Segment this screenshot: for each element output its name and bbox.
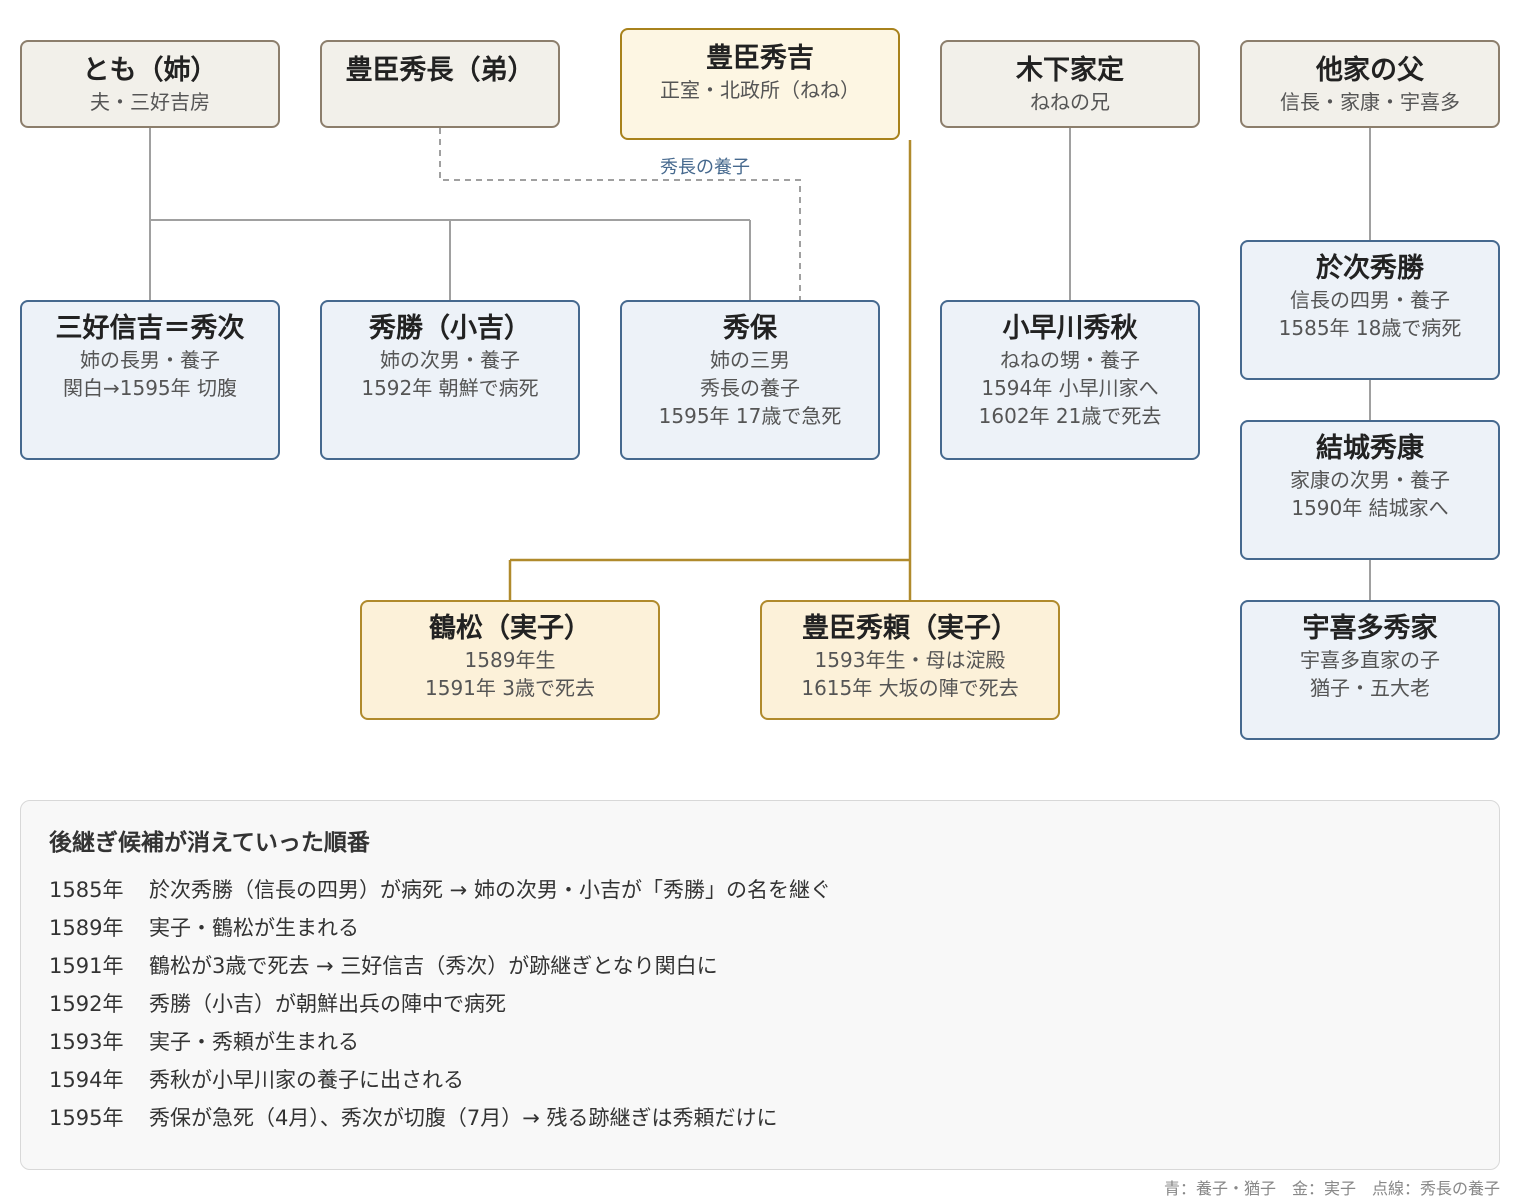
event-text: 実子・鶴松が生まれる — [149, 916, 359, 940]
node-yuki-hideyasu: 結城秀康 家康の次男・養子 1590年 結城家へ — [1240, 420, 1500, 560]
node-sub: 姉の次男・養子 1592年 朝鮮で病死 — [361, 348, 539, 400]
node-ukita-hideie: 宇喜多秀家 宇喜多直家の子 猶子・五大老 — [1240, 600, 1500, 740]
hidenaga-adoption-label: 秀長の養子 — [660, 157, 750, 178]
node-hideyori: 豊臣秀頼（実子） 1593年生・母は淀殿 1615年 大坂の陣で死去 — [760, 600, 1060, 720]
event-year: 1595年 — [49, 1106, 124, 1130]
node-sub: ねねの甥・養子 1594年 小早川家へ 1602年 21歳で死去 — [978, 348, 1162, 428]
event-row: 1595年 秀保が急死（4月）、秀次が切腹（7月）→ 残る跡継ぎは秀頼だけに — [49, 1099, 831, 1137]
node-sub: 1589年生 1591年 3歳で死去 — [425, 648, 595, 700]
node-name: 木下家定 — [1016, 55, 1124, 86]
node-hideyoshi: 豊臣秀吉 正室・北政所（ねね） — [620, 28, 900, 140]
node-sub: 信長・家康・宇喜多 — [1280, 90, 1460, 114]
event-row: 1592年 秀勝（小吉）が朝鮮出兵の陣中で病死 — [49, 985, 831, 1023]
node-sub: 家康の次男・養子 1590年 結城家へ — [1290, 468, 1450, 520]
node-sub: 1593年生・母は淀殿 1615年 大坂の陣で死去 — [801, 648, 1019, 700]
node-name: 宇喜多秀家 — [1302, 613, 1438, 644]
event-text: 於次秀勝（信長の四男）が病死 → 姉の次男・小吉が「秀勝」の名を継ぐ — [149, 878, 831, 902]
event-row: 1593年 実子・秀頼が生まれる — [49, 1023, 831, 1061]
event-year: 1589年 — [49, 916, 124, 940]
event-year: 1592年 — [49, 992, 124, 1016]
event-row: 1591年 鶴松が3歳で死去 → 三好信吉（秀次）が跡継ぎとなり関白に — [49, 947, 831, 985]
node-name: 他家の父 — [1316, 55, 1424, 86]
node-name: 鶴松（実子） — [429, 613, 591, 644]
node-kobayakawa-hideaki: 小早川秀秋 ねねの甥・養子 1594年 小早川家へ 1602年 21歳で死去 — [940, 300, 1200, 460]
node-name: 三好信吉＝秀次 — [55, 313, 245, 344]
event-row: 1589年 実子・鶴松が生まれる — [49, 909, 831, 947]
node-sub: 宇喜多直家の子 猶子・五大老 — [1300, 648, 1440, 700]
node-other-fathers: 他家の父 信長・家康・宇喜多 — [1240, 40, 1500, 128]
legend: 青：養子・猶子 金：実子 点線：秀長の養子 — [1163, 1179, 1500, 1198]
node-sub: ねねの兄 — [1030, 90, 1110, 114]
node-kinoshita-iesada: 木下家定 ねねの兄 — [940, 40, 1200, 128]
node-hidetsugu: 三好信吉＝秀次 姉の長男・養子 関白→1595年 切腹 — [20, 300, 280, 460]
event-text: 秀秋が小早川家の養子に出される — [149, 1068, 464, 1092]
event-year: 1593年 — [49, 1030, 124, 1054]
node-name: 豊臣秀頼（実子） — [802, 613, 1018, 644]
event-text: 鶴松が3歳で死去 → 三好信吉（秀次）が跡継ぎとなり関白に — [149, 954, 718, 978]
node-tomo: とも（姉） 夫・三好吉房 — [20, 40, 280, 128]
node-name: 秀勝（小吉） — [369, 313, 531, 344]
event-row: 1585年 於次秀勝（信長の四男）が病死 → 姉の次男・小吉が「秀勝」の名を継ぐ — [49, 871, 831, 909]
event-year: 1591年 — [49, 954, 124, 978]
node-name: 小早川秀秋 — [1002, 313, 1138, 344]
event-year: 1594年 — [49, 1068, 124, 1092]
event-text: 実子・秀頼が生まれる — [149, 1030, 359, 1054]
node-name: 結城秀康 — [1316, 433, 1424, 464]
node-sub: 姉の三男 秀長の養子 1595年 17歳で急死 — [658, 348, 842, 428]
node-tsurumatsu: 鶴松（実子） 1589年生 1591年 3歳で死去 — [360, 600, 660, 720]
node-name: 於次秀勝 — [1316, 253, 1424, 284]
node-name: 豊臣秀長（弟） — [345, 55, 535, 86]
node-hideyasu: 秀保 姉の三男 秀長の養子 1595年 17歳で急死 — [620, 300, 880, 460]
node-otsugi-hidekatsu: 於次秀勝 信長の四男・養子 1585年 18歳で病死 — [1240, 240, 1500, 380]
event-row: 1594年 秀秋が小早川家の養子に出される — [49, 1061, 831, 1099]
event-list: 1585年 於次秀勝（信長の四男）が病死 → 姉の次男・小吉が「秀勝」の名を継ぐ … — [49, 871, 831, 1137]
node-hidenaga: 豊臣秀長（弟） — [320, 40, 560, 128]
node-sub: 正室・北政所（ねね） — [660, 78, 860, 102]
node-name: とも（姉） — [82, 55, 218, 86]
node-name: 豊臣秀吉 — [706, 43, 814, 74]
node-name: 秀保 — [723, 313, 777, 344]
node-hidekatsu-okichi: 秀勝（小吉） 姉の次男・養子 1592年 朝鮮で病死 — [320, 300, 580, 460]
event-text: 秀保が急死（4月）、秀次が切腹（7月）→ 残る跡継ぎは秀頼だけに — [149, 1106, 778, 1130]
node-sub: 夫・三好吉房 — [90, 90, 210, 114]
event-text: 秀勝（小吉）が朝鮮出兵の陣中で病死 — [149, 992, 506, 1016]
succession-summary-panel: 後継ぎ候補が消えていった順番 1585年 於次秀勝（信長の四男）が病死 → 姉の次… — [20, 800, 1500, 1170]
summary-title: 後継ぎ候補が消えていった順番 — [49, 830, 370, 856]
event-year: 1585年 — [49, 878, 124, 902]
node-sub: 姉の長男・養子 関白→1595年 切腹 — [62, 348, 237, 400]
node-sub: 信長の四男・養子 1585年 18歳で病死 — [1278, 288, 1462, 340]
